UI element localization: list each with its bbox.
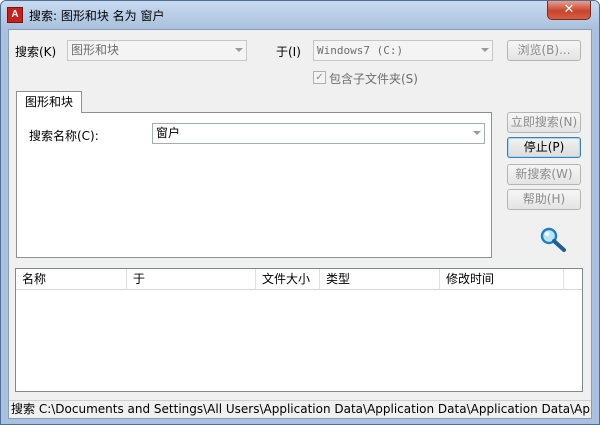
search-type-combo[interactable]: 图形和块 bbox=[67, 40, 247, 61]
chevron-down-icon bbox=[473, 131, 481, 135]
status-bar: 搜索 C:\Documents and Settings\All Users\A… bbox=[9, 400, 591, 418]
results-header: 名称 于 文件大小 类型 修改时间 bbox=[16, 269, 582, 290]
search-dialog-window: A 搜索: 图形和块 名为 窗户 ✕ 搜索(K) 图形和块 于(I) Windo… bbox=[0, 0, 600, 425]
search-name-value: 窗户 bbox=[156, 126, 181, 140]
search-type-label: 搜索(K) bbox=[15, 45, 57, 59]
search-name-label: 搜索名称(C): bbox=[29, 129, 99, 143]
help-button[interactable]: 帮助(H) bbox=[507, 189, 581, 210]
checkmark-icon: ✓ bbox=[315, 72, 324, 83]
results-list[interactable]: 名称 于 文件大小 类型 修改时间 bbox=[15, 268, 583, 392]
tab-panel: 搜索名称(C): 窗户 bbox=[16, 112, 492, 258]
include-subfolders-label: 包含子文件夹(S) bbox=[329, 72, 418, 86]
column-header-name[interactable]: 名称 bbox=[16, 269, 127, 290]
chevron-down-icon bbox=[235, 48, 243, 52]
browse-button[interactable]: 浏览(B)... bbox=[507, 40, 581, 61]
stop-button[interactable]: 停止(P) bbox=[507, 137, 581, 158]
search-name-combo[interactable]: 窗户 bbox=[152, 123, 485, 144]
include-subfolders-checkbox[interactable]: ✓ bbox=[313, 71, 326, 84]
column-header-file-size[interactable]: 文件大小 bbox=[256, 269, 320, 290]
location-combo[interactable]: Windows7 (C:) bbox=[313, 40, 493, 61]
search-type-value: 图形和块 bbox=[71, 43, 120, 57]
chevron-down-icon bbox=[481, 48, 489, 52]
title-bar[interactable]: A 搜索: 图形和块 名为 窗户 ✕ bbox=[1, 1, 599, 29]
results-rows bbox=[16, 290, 582, 391]
dialog-client-area: 搜索(K) 图形和块 于(I) Windows7 (C:) 浏览(B)... ✓… bbox=[8, 29, 592, 419]
new-search-button[interactable]: 新搜索(W) bbox=[507, 164, 581, 185]
tab-drawings-and-blocks[interactable]: 图形和块 bbox=[16, 91, 82, 113]
column-header-modified[interactable]: 修改时间 bbox=[440, 269, 564, 290]
location-value: Windows7 (C:) bbox=[317, 44, 404, 57]
search-now-button[interactable]: 立即搜索(N) bbox=[507, 112, 581, 133]
column-header-type[interactable]: 类型 bbox=[320, 269, 440, 290]
column-header-location[interactable]: 于 bbox=[127, 269, 256, 290]
location-label: 于(I) bbox=[276, 45, 301, 59]
window-title: 搜索: 图形和块 名为 窗户 bbox=[29, 9, 165, 23]
magnifier-search-icon bbox=[540, 227, 566, 252]
close-button[interactable]: ✕ bbox=[547, 1, 591, 20]
autocad-app-icon[interactable]: A bbox=[7, 7, 23, 23]
